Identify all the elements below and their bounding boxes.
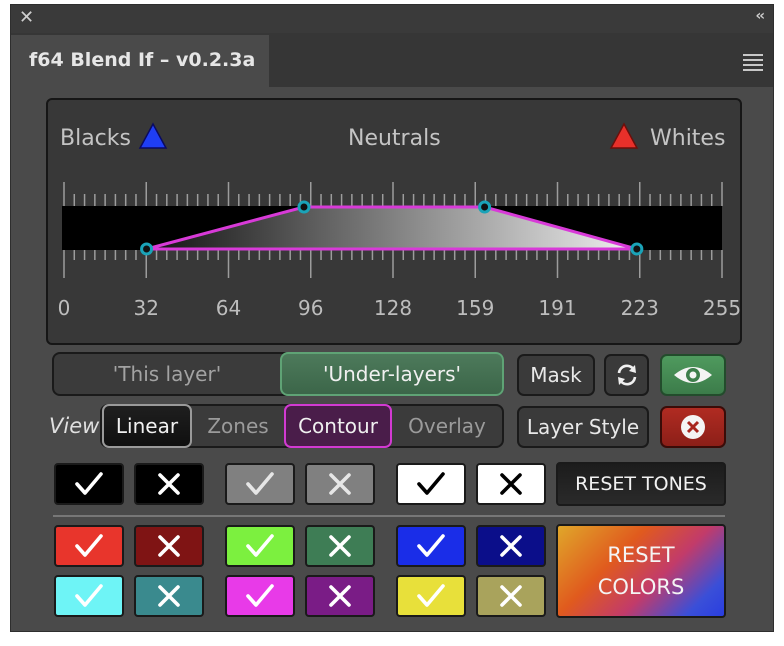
black-include-toggle[interactable] (54, 463, 124, 505)
close-icon[interactable]: ✕ (19, 8, 34, 28)
blend-handle (630, 242, 644, 256)
layer-style-button[interactable]: Layer Style (517, 406, 649, 448)
reset-colors-line-1: RESET (607, 543, 675, 567)
view-option-linear[interactable]: Linear (102, 404, 192, 448)
blend-handle (297, 200, 311, 214)
panel-topbar: ✕ ‹‹ (11, 5, 773, 33)
gray-exclude-toggle[interactable] (305, 463, 375, 505)
divider (53, 515, 725, 517)
scale-label: 223 (620, 296, 659, 320)
blacks-label: Blacks (60, 126, 131, 151)
panel-tab[interactable]: f64 Blend If – v0.2.3a (11, 35, 269, 87)
white-include-toggle[interactable] (396, 463, 466, 505)
scale-label: 191 (538, 296, 577, 320)
view-option-contour[interactable]: Contour (284, 404, 392, 448)
blacks-marker-icon (138, 122, 168, 149)
under-layers-option[interactable]: 'Under-layers' (280, 352, 504, 396)
cyan-exclude-toggle[interactable] (134, 575, 204, 617)
scale-label: 255 (702, 296, 742, 320)
x-icon (329, 535, 351, 557)
check-icon (417, 534, 445, 557)
blend-graph[interactable]: Blacks Neutrals Whites 0 32 64 96 128 159 191 2… (46, 98, 742, 345)
view-option-overlay[interactable]: Overlay (392, 406, 502, 446)
layer-source-toggle: 'This layer' 'Under-layers' (52, 352, 504, 396)
red-include-toggle[interactable] (54, 525, 124, 567)
blend-if-panel: ✕ ‹‹ f64 Blend If – v0.2.3a Blacks Neutr… (11, 5, 773, 631)
yellow-exclude-toggle[interactable] (476, 575, 546, 617)
x-icon (500, 585, 522, 607)
view-option-zones[interactable]: Zones (192, 406, 284, 446)
reset-colors-button[interactable]: RESET COLORS (556, 524, 726, 618)
neutrals-label: Neutrals (348, 126, 441, 151)
x-icon (158, 473, 180, 495)
visibility-button[interactable] (660, 354, 726, 396)
panel-title: f64 Blend If – v0.2.3a (29, 49, 256, 71)
blend-handles (140, 200, 644, 256)
range-bar (62, 206, 722, 250)
yellow-include-toggle[interactable] (396, 575, 466, 617)
cyan-include-toggle[interactable] (54, 575, 124, 617)
close-circle-icon (681, 415, 705, 439)
check-icon (75, 472, 103, 495)
x-icon (158, 535, 180, 557)
magenta-exclude-toggle[interactable] (305, 575, 375, 617)
black-exclude-toggle[interactable] (134, 463, 204, 505)
red-exclude-toggle[interactable] (134, 525, 204, 567)
check-icon (246, 472, 274, 495)
magenta-include-toggle[interactable] (225, 575, 295, 617)
delete-button[interactable] (660, 406, 726, 448)
blue-include-toggle[interactable] (396, 525, 466, 567)
panel-menu-icon[interactable] (743, 54, 763, 74)
view-mode-selector: Linear Zones Contour Overlay (100, 404, 504, 448)
x-icon (500, 473, 522, 495)
check-icon (246, 584, 274, 607)
blend-handle (140, 242, 154, 256)
eye-icon (674, 367, 712, 383)
mask-button[interactable]: Mask (517, 354, 595, 396)
tick-marks (63, 182, 723, 278)
white-exclude-toggle[interactable] (476, 463, 546, 505)
green-include-toggle[interactable] (225, 525, 295, 567)
scale-label: 96 (298, 296, 324, 320)
view-label: View (49, 414, 100, 438)
x-icon (158, 585, 180, 607)
whites-label: Whites (650, 126, 726, 151)
scale-label: 128 (373, 296, 413, 320)
x-icon (500, 535, 522, 557)
refresh-icon (617, 364, 636, 386)
collapse-icon[interactable]: ‹‹ (755, 8, 764, 24)
check-icon (75, 534, 103, 557)
refresh-button[interactable] (604, 354, 649, 396)
blue-exclude-toggle[interactable] (476, 525, 546, 567)
blend-trapezoid (146, 205, 638, 251)
green-exclude-toggle[interactable] (305, 525, 375, 567)
whites-marker-icon (609, 122, 639, 149)
check-icon (417, 584, 445, 607)
scale-label: 64 (215, 296, 242, 320)
check-icon (417, 472, 445, 495)
reset-colors-line-2: COLORS (597, 575, 685, 599)
blend-handle (478, 200, 492, 214)
scale-label: 0 (57, 296, 71, 320)
check-icon (246, 534, 274, 557)
scale-label: 32 (133, 296, 159, 320)
check-icon (75, 584, 103, 607)
x-icon (329, 585, 351, 607)
gray-include-toggle[interactable] (225, 463, 295, 505)
scale-label: 159 (456, 296, 495, 320)
x-icon (329, 473, 351, 495)
tab-row: f64 Blend If – v0.2.3a (11, 33, 773, 87)
reset-tones-button[interactable]: RESET TONES (556, 462, 726, 506)
this-layer-option[interactable]: 'This layer' (54, 354, 280, 394)
